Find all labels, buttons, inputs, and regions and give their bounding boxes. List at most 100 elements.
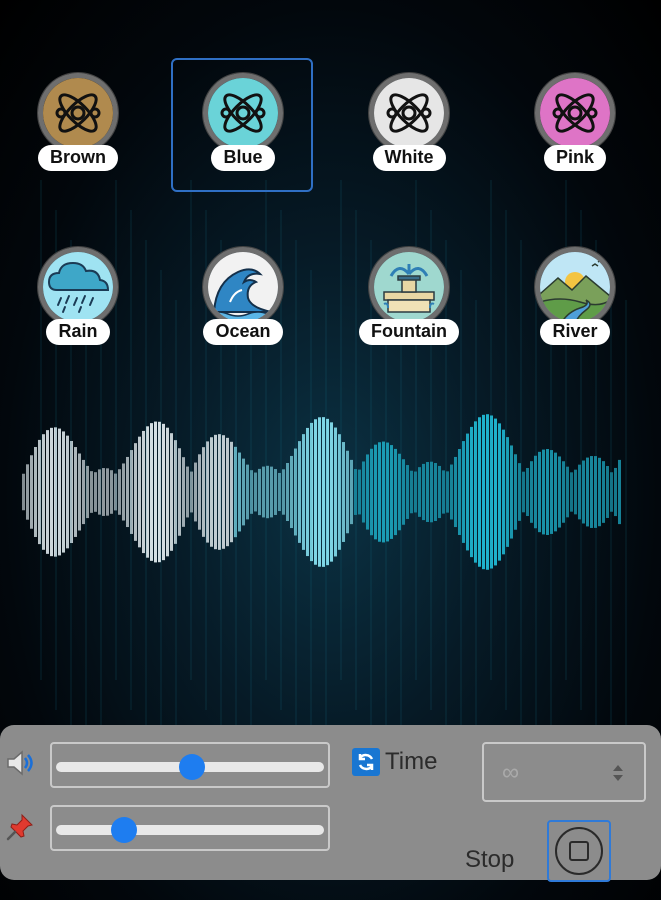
waveform-bar: [466, 433, 469, 551]
waveform-bar: [554, 452, 557, 532]
waveform-bar: [478, 417, 481, 567]
waveform-bar: [178, 448, 181, 536]
sound-ocean[interactable]: Ocean: [168, 247, 318, 387]
waveform-bar: [402, 459, 405, 525]
waveform-bar: [258, 468, 261, 516]
waveform-bar: [522, 471, 525, 513]
waveform-bar: [498, 423, 501, 561]
waveform-bar: [306, 427, 309, 557]
waveform-bar: [142, 430, 145, 554]
waveform-bar: [422, 463, 425, 521]
sound-label: Brown: [38, 145, 118, 171]
waveform-bar: [110, 470, 113, 514]
atom-icon: [38, 73, 118, 153]
waveform-bar: [454, 456, 457, 528]
waveform-bar: [470, 426, 473, 558]
waveform-bar: [590, 456, 593, 528]
waveform-bar: [62, 431, 65, 553]
waveform-bar: [434, 463, 437, 521]
atom-icon: [369, 73, 449, 153]
waveform-bar: [542, 449, 545, 535]
sound-label: River: [540, 319, 610, 345]
waveform-bar: [570, 472, 573, 512]
waveform-streak: [490, 180, 492, 680]
sound-label: Blue: [211, 145, 275, 171]
waveform-bar: [598, 457, 601, 527]
waveform-bar: [274, 469, 277, 515]
sound-label: Pink: [543, 145, 606, 171]
waveform-bar: [50, 427, 53, 557]
time-checkbox[interactable]: [352, 748, 380, 776]
slider-thumb[interactable]: [179, 754, 205, 780]
waveform-bar: [254, 472, 257, 512]
waveform-bar: [362, 461, 365, 523]
waveform-bar: [286, 462, 289, 522]
waveform-bar: [334, 427, 337, 557]
secondary-slider[interactable]: [50, 805, 330, 851]
waveform-bar: [262, 466, 265, 518]
pin-icon[interactable]: [5, 812, 35, 842]
waveform-bar: [242, 458, 245, 526]
waveform-streak: [160, 270, 162, 770]
sound-river[interactable]: River: [500, 247, 650, 387]
waveform-bar: [26, 464, 29, 520]
waveform-bar: [210, 437, 213, 547]
waveform-bar: [202, 447, 205, 537]
slider-thumb[interactable]: [111, 817, 137, 843]
waveform-bar: [150, 423, 153, 561]
waveform-bar: [438, 465, 441, 519]
atom-icon: [535, 73, 615, 153]
waveform-bar: [502, 429, 505, 555]
waveform-bar: [330, 422, 333, 562]
waveform-bar: [382, 441, 385, 543]
waveform-bar: [90, 471, 93, 513]
waveform-bar: [394, 448, 397, 536]
waveform-bar: [246, 464, 249, 520]
sound-brown[interactable]: Brown: [3, 73, 153, 213]
waveform-bar: [194, 462, 197, 522]
wave-icon: [203, 247, 283, 327]
waveform-bar: [530, 461, 533, 523]
stop-button[interactable]: [547, 820, 611, 882]
waveform-bar: [482, 414, 485, 570]
sound-label: Rain: [46, 319, 110, 345]
waveform-bar: [538, 451, 541, 533]
sound-fountain[interactable]: Fountain: [334, 247, 484, 387]
waveform-bar: [122, 463, 125, 521]
duration-select[interactable]: ∞: [482, 742, 646, 802]
sound-rain[interactable]: Rain: [3, 247, 153, 387]
waveform-bar: [582, 460, 585, 524]
waveform-bar: [510, 445, 513, 539]
waveform-bar: [22, 473, 25, 511]
updown-arrows-icon: [613, 765, 623, 781]
sound-pink[interactable]: Pink: [500, 73, 650, 213]
waveform-bar: [162, 423, 165, 561]
waveform-bar: [526, 467, 529, 517]
waveform-bar: [586, 457, 589, 527]
time-label: Time: [385, 748, 438, 775]
volume-slider[interactable]: [50, 742, 330, 788]
river-landscape-icon: [535, 247, 615, 327]
sound-blue[interactable]: Blue: [168, 58, 318, 213]
waveform-bar: [314, 419, 317, 565]
waveform-bar: [222, 435, 225, 549]
waveform-bar: [126, 456, 129, 528]
waveform-bar: [406, 465, 409, 519]
waveform-bar: [374, 444, 377, 540]
waveform-bar: [238, 452, 241, 532]
waveform-bar: [154, 421, 157, 563]
waveform-bar: [486, 414, 489, 570]
speaker-icon[interactable]: [5, 748, 35, 778]
waveform-bar: [378, 442, 381, 542]
sound-white[interactable]: White: [334, 73, 484, 213]
waveform-bar: [102, 468, 105, 516]
waveform-bar: [298, 441, 301, 543]
waveform-bar: [546, 449, 549, 535]
stop-label: Stop: [465, 846, 515, 873]
waveform-bar: [410, 470, 413, 514]
waveform-bar: [614, 467, 617, 517]
waveform-bar: [302, 434, 305, 550]
waveform-bar: [450, 464, 453, 520]
waveform-bar: [290, 455, 293, 529]
waveform-bar: [602, 461, 605, 523]
